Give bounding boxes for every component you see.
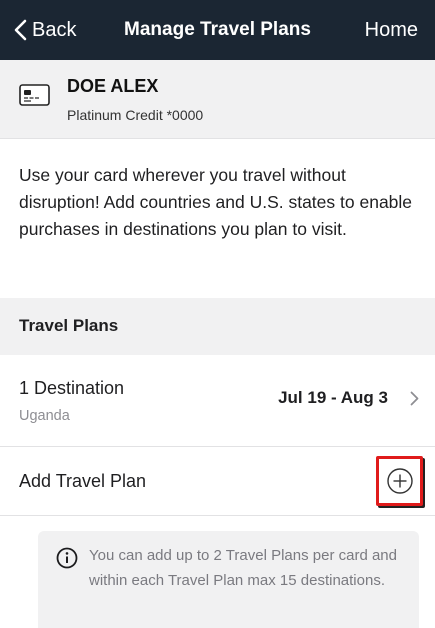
back-button[interactable]: Back: [14, 0, 76, 60]
chevron-left-icon: [14, 19, 27, 41]
travel-plans-section-header: Travel Plans: [0, 298, 435, 355]
destination-count: 1 Destination: [19, 378, 125, 398]
plus-circle-icon: [386, 468, 413, 494]
info-note: You can add up to 2 Travel Plans per car…: [38, 531, 419, 628]
card-description: Platinum Credit *0000: [67, 107, 204, 123]
add-travel-plan-button[interactable]: [376, 456, 423, 506]
add-travel-plan-label: Add Travel Plan: [19, 471, 147, 491]
add-travel-plan-row[interactable]: Add Travel Plan: [0, 447, 435, 516]
card-summary: DOE ALEX Platinum Credit *0000: [0, 60, 435, 139]
chevron-right-icon: [410, 391, 419, 406]
section-title: Travel Plans: [19, 316, 119, 335]
travel-dates: Jul 19 - Aug 3: [278, 388, 388, 407]
nav-bar: Back Manage Travel Plans Home: [0, 0, 435, 60]
info-note-text: You can add up to 2 Travel Plans per car…: [89, 547, 397, 589]
travel-plan-row[interactable]: 1 Destination Uganda Jul 19 - Aug 3: [0, 355, 435, 447]
card-holder-name: DOE ALEX: [67, 76, 159, 96]
back-label: Back: [32, 18, 77, 41]
intro-text: Use your card wherever you travel withou…: [19, 165, 413, 239]
home-button[interactable]: Home: [365, 0, 418, 60]
credit-card-icon: [19, 84, 50, 106]
info-circle-icon: [56, 547, 78, 569]
destination-names: Uganda: [19, 408, 70, 424]
